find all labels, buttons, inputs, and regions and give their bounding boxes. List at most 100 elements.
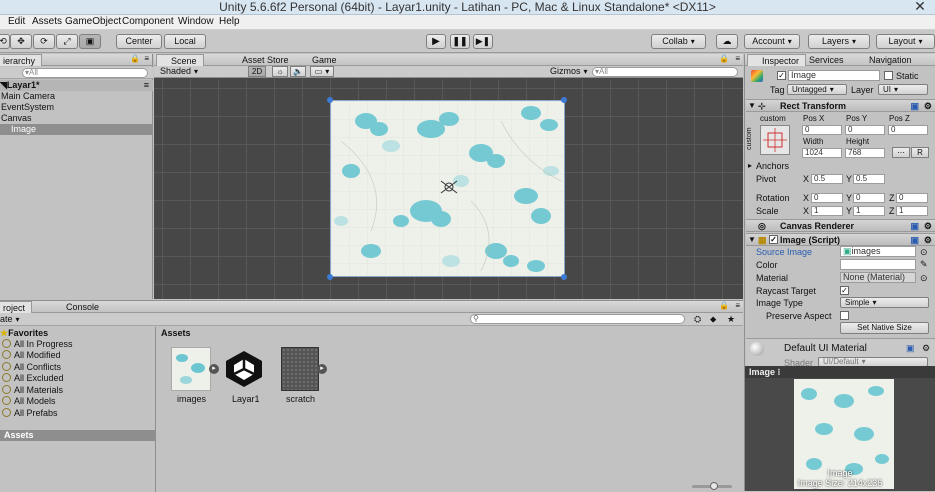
raw-edit-button[interactable]: R: [911, 147, 929, 158]
unity-scene-asset-icon[interactable]: [223, 349, 265, 389]
favorite-item[interactable]: All Modified: [2, 350, 61, 361]
tab-asset-store[interactable]: Asset Store: [230, 54, 295, 66]
menu-icon[interactable]: ≡: [144, 54, 149, 63]
scene-lock-icon[interactable]: 🔒: [719, 54, 729, 63]
play-icon[interactable]: ▶: [426, 34, 446, 49]
material-field[interactable]: None (Material): [840, 272, 916, 283]
favorites-header[interactable]: ★Favorites: [0, 328, 48, 339]
tab-services[interactable]: Services: [803, 54, 850, 66]
rot-x-field[interactable]: 0: [811, 193, 843, 203]
scene-menu-icon[interactable]: ≡: [735, 54, 740, 63]
shading-mode-dropdown[interactable]: Shaded: [160, 66, 244, 77]
favorite-item[interactable]: All Prefabs: [2, 408, 58, 419]
collab-dropdown[interactable]: Collab: [651, 34, 706, 49]
height-field[interactable]: 768: [845, 148, 885, 158]
hierarchy-item-canvas[interactable]: Canvas: [1, 113, 32, 124]
help-icon[interactable]: ▣: [910, 234, 919, 246]
menu-assets[interactable]: Assets: [32, 16, 62, 28]
rotate-tool-button[interactable]: ⟳: [33, 34, 55, 49]
hierarchy-item-eventsystem[interactable]: EventSystem: [1, 102, 54, 113]
static-checkbox[interactable]: [884, 71, 893, 80]
hierarchy-item-image[interactable]: Image: [0, 124, 152, 135]
move-tool-icon[interactable]: ✥: [10, 34, 32, 49]
preview-header[interactable]: Image ⁝: [745, 366, 935, 378]
tab-console[interactable]: Console: [56, 301, 105, 313]
layout-dropdown[interactable]: Layout: [876, 34, 935, 49]
scene-root[interactable]: ◥Layar1* ≡: [0, 80, 153, 91]
tab-game[interactable]: Game: [300, 54, 343, 66]
color-swatch[interactable]: [840, 259, 916, 270]
tab-inspector[interactable]: Inspector: [747, 54, 807, 66]
project-menu-icon[interactable]: ≡: [735, 301, 740, 310]
preserve-aspect-checkbox[interactable]: [840, 311, 849, 320]
tab-scene[interactable]: Scene: [156, 54, 204, 66]
scale-y-field[interactable]: 1: [853, 206, 885, 216]
object-picker-icon[interactable]: ⊙: [920, 273, 928, 283]
set-native-size-button[interactable]: Set Native Size: [840, 322, 929, 334]
favorite-item[interactable]: All Models: [2, 396, 56, 407]
gizmos-dropdown[interactable]: Gizmos: [550, 66, 588, 77]
width-field[interactable]: 1024: [802, 148, 842, 158]
favorite-item[interactable]: All Excluded: [2, 373, 64, 384]
settings-gear-icon[interactable]: ⚙: [924, 100, 932, 112]
scene-search-input[interactable]: ▾All: [592, 67, 738, 77]
favorite-item[interactable]: All In Progress: [2, 339, 73, 350]
help-icon[interactable]: ▣: [906, 343, 915, 353]
eyedropper-icon[interactable]: ✎: [920, 259, 928, 269]
asset-images-thumb[interactable]: [171, 347, 211, 391]
filter-type-icon[interactable]: ⛭: [694, 314, 701, 325]
menu-window[interactable]: Window: [178, 16, 214, 28]
canvas-renderer-header[interactable]: ◎ Canvas Renderer ▣ ⚙: [746, 219, 935, 232]
handle-bottom-left[interactable]: [327, 274, 333, 280]
pivot-center-toggle[interactable]: Center: [116, 34, 162, 49]
cloud-icon[interactable]: ☁: [716, 34, 738, 49]
pivot-y-field[interactable]: 0.5: [853, 174, 885, 184]
scale-x-field[interactable]: 1: [811, 206, 843, 216]
object-name-field[interactable]: Image: [788, 70, 880, 81]
posy-field[interactable]: 0: [845, 125, 885, 135]
menu-component[interactable]: Component: [122, 16, 174, 28]
step-icon[interactable]: ▶❚: [473, 34, 493, 49]
space-local-toggle[interactable]: Local: [164, 34, 206, 49]
source-image-field[interactable]: ▣images: [840, 246, 916, 257]
lighting-icon[interactable]: ☼: [272, 66, 288, 77]
breadcrumb[interactable]: Assets: [161, 328, 191, 339]
effects-icon[interactable]: ▭: [310, 66, 334, 77]
rotate-tool-icon[interactable]: ⟲: [0, 34, 10, 49]
pivot-x-field[interactable]: 0.5: [811, 174, 843, 184]
settings-gear-icon[interactable]: ⚙: [924, 220, 932, 232]
expand-arrow-icon[interactable]: ▸: [317, 364, 327, 374]
favorite-item[interactable]: All Materials: [2, 385, 63, 396]
menu-edit[interactable]: Edit: [8, 16, 25, 28]
tab-project[interactable]: roject: [0, 301, 33, 313]
anchors-expand-icon[interactable]: ▸: [748, 161, 752, 171]
tab-navigation[interactable]: Navigation: [857, 54, 918, 66]
posx-field[interactable]: 0: [802, 125, 842, 135]
menu-help[interactable]: Help: [219, 16, 240, 28]
tab-hierarchy[interactable]: ierarchy: [0, 54, 43, 66]
rot-y-field[interactable]: 0: [853, 193, 885, 203]
handle-top-left[interactable]: [327, 97, 333, 103]
pause-icon[interactable]: ❚❚: [450, 34, 470, 49]
asset-scratch-thumb[interactable]: [281, 347, 319, 391]
anchors-label[interactable]: Anchors: [756, 161, 789, 171]
filter-label-icon[interactable]: ⬥: [710, 314, 716, 325]
blueprint-mode-button[interactable]: ⋯: [892, 147, 910, 158]
hierarchy-item-main-camera[interactable]: Main Camera: [1, 91, 55, 102]
lock-icon[interactable]: 🔒: [130, 54, 140, 63]
assets-folder[interactable]: Assets: [0, 430, 155, 441]
rect-transform-header[interactable]: ▼ ⊹ Rect Transform ▣ ⚙: [746, 99, 935, 112]
scene-menu-icon[interactable]: ≡: [144, 80, 149, 91]
image-type-dropdown[interactable]: Simple: [840, 297, 929, 308]
zoom-slider-thumb[interactable]: [710, 482, 718, 490]
help-icon[interactable]: ▣: [910, 220, 919, 232]
rect-tool-icon[interactable]: ▣: [79, 34, 101, 49]
tag-dropdown[interactable]: Untagged: [787, 84, 847, 95]
image-enabled-checkbox[interactable]: ✓: [769, 235, 778, 244]
rot-z-field[interactable]: 0: [896, 193, 928, 203]
hierarchy-search-input[interactable]: ▾All: [22, 68, 148, 78]
favorite-item[interactable]: All Conflicts: [2, 362, 61, 373]
settings-gear-icon[interactable]: ⚙: [924, 234, 932, 246]
posz-field[interactable]: 0: [888, 125, 928, 135]
project-lock-icon[interactable]: 🔒: [719, 301, 729, 310]
